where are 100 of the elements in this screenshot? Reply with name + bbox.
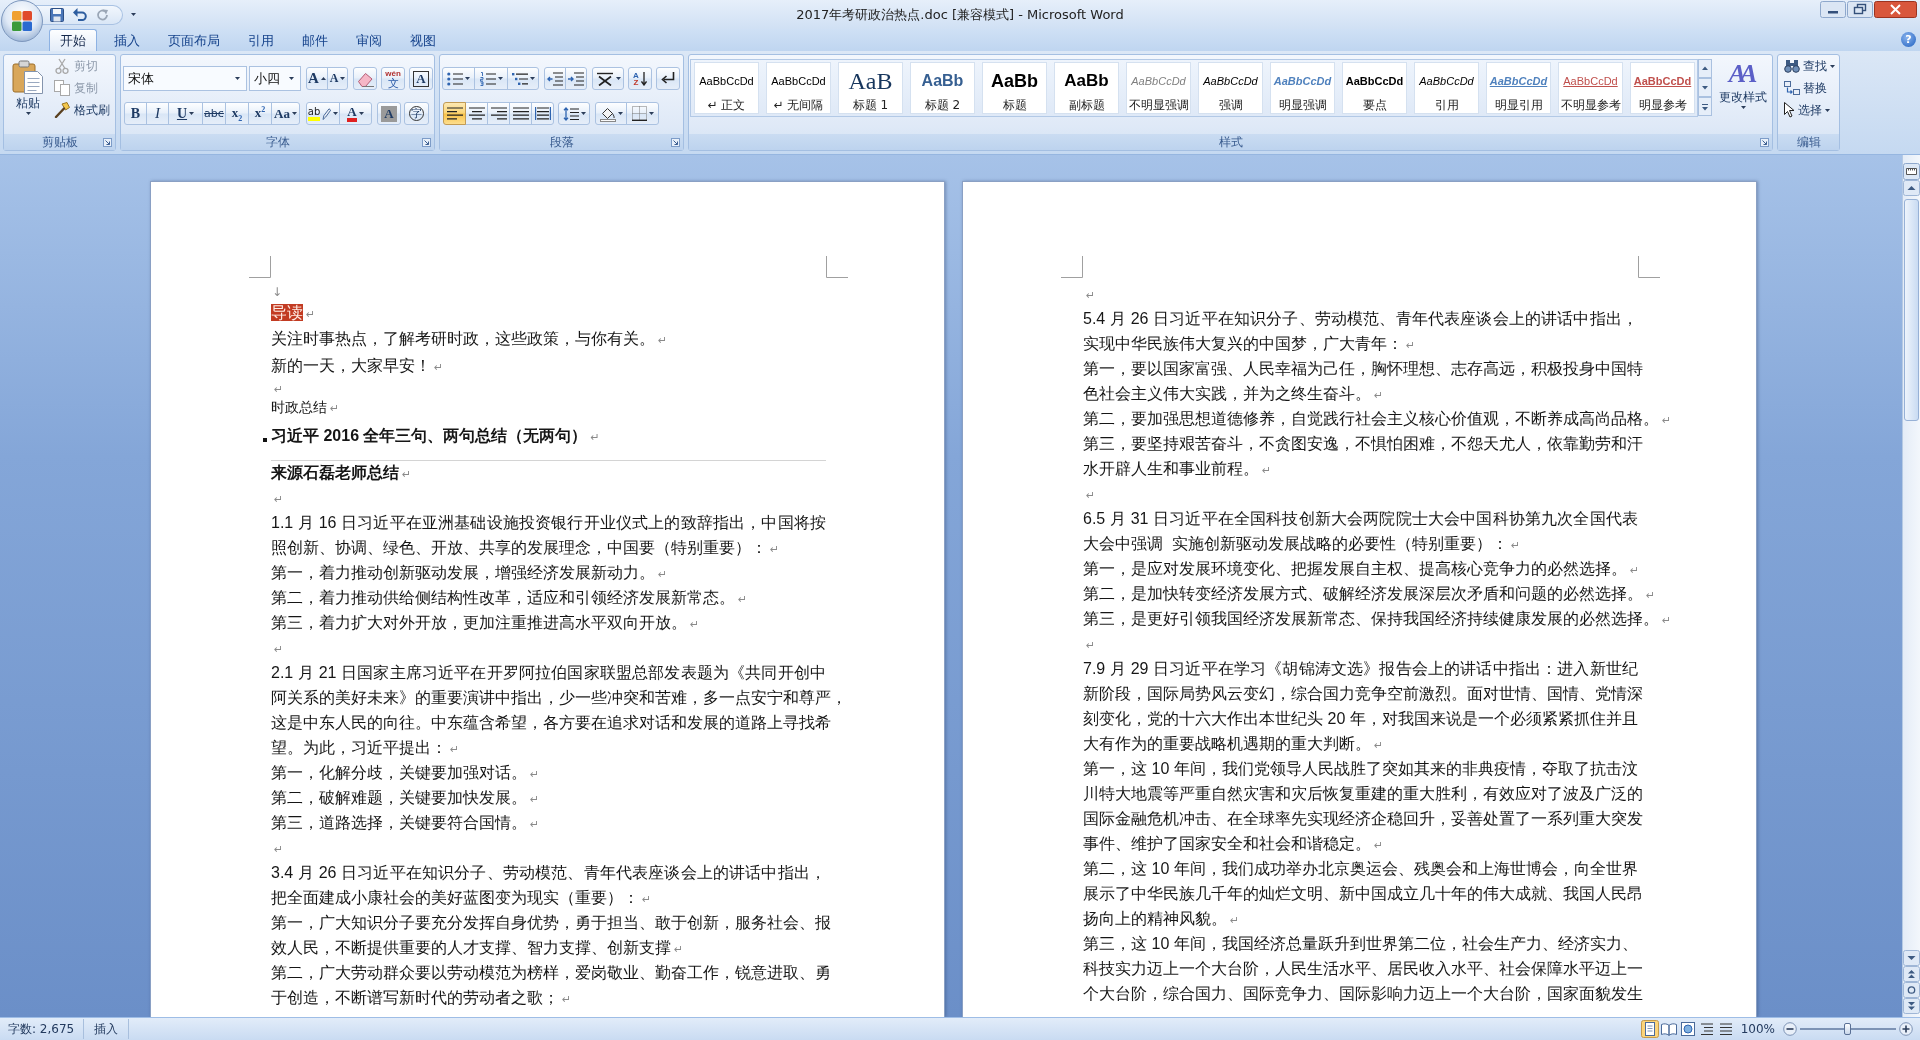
asian-layout-button[interactable] xyxy=(592,67,624,90)
quick-style-button[interactable]: AaBb 标题 2 xyxy=(910,62,975,114)
ribbon-tab[interactable]: 引用 xyxy=(237,29,285,51)
character-shading-button[interactable]: A xyxy=(377,102,401,125)
quick-style-button[interactable]: AaBbCcDd 明显参考 xyxy=(1630,62,1695,114)
quick-style-button[interactable]: AaBbCcDd 引用 xyxy=(1414,62,1479,114)
show-marks-button[interactable] xyxy=(656,67,680,90)
caret-icon xyxy=(529,77,535,80)
zoom-level[interactable]: 100% xyxy=(1740,1022,1775,1036)
superscript-button[interactable]: x$^{2}$ xyxy=(248,102,272,125)
scroll-up-icon[interactable] xyxy=(1903,180,1920,196)
align-right-button[interactable] xyxy=(487,102,510,125)
insert-mode[interactable]: 插入 xyxy=(84,1019,130,1039)
line-spacing-button[interactable] xyxy=(558,102,590,125)
sort-button[interactable]: A Z xyxy=(628,67,652,90)
dialog-launcher-icon[interactable] xyxy=(1760,138,1769,147)
minimize-icon[interactable] xyxy=(1820,1,1846,18)
change-styles-button[interactable]: AA 更改样式 xyxy=(1715,57,1771,135)
quick-style-button[interactable]: AaBbCcDd ↵ 无间隔 xyxy=(766,62,831,114)
font-color-button[interactable]: A xyxy=(339,102,372,125)
expand-icon[interactable] xyxy=(1698,97,1712,116)
dialog-launcher-icon[interactable] xyxy=(422,138,431,147)
subscript-button[interactable]: x$_{2}$ xyxy=(225,102,249,125)
ribbon-tab[interactable]: 页面布局 xyxy=(157,29,231,51)
clear-formatting-button[interactable] xyxy=(353,67,377,90)
quick-style-button[interactable]: AaBbCcDd 不明显强调 xyxy=(1126,62,1191,114)
replace-button[interactable]: 替换 xyxy=(1782,77,1829,99)
dialog-launcher-icon[interactable] xyxy=(671,138,680,147)
subheading: 来源石磊老师总结 ↵ xyxy=(271,463,412,483)
caret-icon xyxy=(333,112,339,115)
phonetic-guide-button[interactable]: wén 文 xyxy=(381,67,405,90)
shading-button[interactable] xyxy=(595,102,627,125)
italic-button[interactable]: I xyxy=(146,102,169,125)
page-icon[interactable] xyxy=(1640,1020,1659,1038)
distributed-icon xyxy=(534,107,551,120)
quick-style-button[interactable]: AaBbCcDd 强调 xyxy=(1198,62,1263,114)
paragraph: 第二，是加快转变经济发展方式、破解经济发展深层次矛盾和问题的必然选择。 ↵ xyxy=(1083,584,1656,604)
enclose-character-button[interactable]: 字 xyxy=(404,102,429,125)
justify-button[interactable] xyxy=(509,102,532,125)
globe-page-icon[interactable] xyxy=(1678,1020,1697,1038)
cursor-icon xyxy=(1784,102,1795,118)
ribbon-tab[interactable]: 视图 xyxy=(399,29,447,51)
ribbon-tab[interactable]: 开始 xyxy=(49,29,97,51)
scroll-up-icon[interactable] xyxy=(1698,59,1712,78)
quick-style-button[interactable]: AaBbCcDd 明显引用 xyxy=(1486,62,1551,114)
quick-style-button[interactable]: AaBb 标题 xyxy=(982,62,1047,114)
font-name-field[interactable]: 宋体 xyxy=(123,66,247,91)
bulleted-list-icon xyxy=(447,71,463,86)
paragraph: 第一，这 10 年间，我们党领导人民战胜了突如其来的非典疫情，夺取了抗击汶 川特大地震等严重自然灾害和灾后恢复重建的重大胜利，有效应对了波及广泛的 国际金融危机冲击、在全球率先实现经济企稳回升，妥善处置了一系列重大突发 事件、维护了国家安全和社会和谐稳定。 ↵ xyxy=(1083,759,1643,854)
ruler-icon[interactable] xyxy=(1903,163,1920,180)
strikethrough-button[interactable]: abc xyxy=(202,102,226,125)
zoom-slider-thumb[interactable] xyxy=(1844,1023,1851,1035)
font-size-field[interactable]: 小四 xyxy=(249,66,301,91)
quick-style-button[interactable]: AaBb 副标题 xyxy=(1054,62,1119,114)
line-spacing-icon xyxy=(562,106,579,121)
paste-button[interactable]: 粘贴 xyxy=(8,57,48,134)
undo-icon[interactable] xyxy=(73,8,87,21)
ribbon-tab[interactable]: 插入 xyxy=(103,29,151,51)
shrink-font-button[interactable]: A xyxy=(327,67,348,90)
heading: 习近平 2016 全年三句、两句总结（无两句） ↵ xyxy=(271,426,600,446)
caret-icon xyxy=(358,112,364,115)
distributed-button[interactable] xyxy=(531,102,554,125)
logo-icon[interactable] xyxy=(1,0,43,42)
word-count[interactable]: 字数: 2,675 xyxy=(0,1019,85,1039)
select-button[interactable]: 选择 xyxy=(1782,99,1832,121)
plus-icon[interactable] xyxy=(1899,1022,1913,1036)
ribbon-tab[interactable]: 审阅 xyxy=(345,29,393,51)
character-border-button[interactable]: A xyxy=(409,67,433,90)
numbering-button[interactable] xyxy=(474,67,508,90)
quick-style-button[interactable]: AaBbCcDd 不明显参考 xyxy=(1558,62,1623,114)
close-icon[interactable] xyxy=(1874,1,1917,18)
scroll-down-icon[interactable] xyxy=(1698,78,1712,97)
line-break-mark: ↓ xyxy=(271,284,283,300)
multilevel-list-button[interactable] xyxy=(507,67,539,90)
align-left-button[interactable] xyxy=(443,102,466,125)
quick-style-button[interactable]: AaBbCcDd 要点 xyxy=(1342,62,1407,114)
quick-style-button[interactable]: AaBbCcDd 明显强调 xyxy=(1270,62,1335,114)
bullets-button[interactable] xyxy=(442,67,475,90)
decrease-indent-button[interactable] xyxy=(544,67,566,90)
change-case-button[interactable]: Aa xyxy=(271,102,300,125)
dialog-launcher-icon[interactable] xyxy=(103,138,112,147)
grow-font-button[interactable]: A xyxy=(306,67,328,90)
paragraph: 新的一天，大家早安！ ↵ xyxy=(271,356,444,376)
borders-button[interactable] xyxy=(626,102,659,125)
restore-icon[interactable] xyxy=(1847,1,1873,18)
format-painter-button[interactable]: 格式刷 xyxy=(50,99,114,121)
scroll-down-icon[interactable] xyxy=(1903,950,1920,966)
increase-indent-button[interactable] xyxy=(565,67,587,90)
quick-style-button[interactable]: AaBbCcDd ↵ 正文 xyxy=(694,62,759,114)
scrollbar-thumb[interactable] xyxy=(1904,199,1919,421)
crop-mark-icon xyxy=(1061,256,1083,278)
ribbon-tab[interactable]: 邮件 xyxy=(291,29,339,51)
minus-icon[interactable] xyxy=(1783,1022,1797,1036)
quick-style-button[interactable]: AaB 标题 1 xyxy=(838,62,903,114)
highlight-button[interactable]: ab xyxy=(306,102,340,125)
open-book-icon[interactable] xyxy=(1659,1020,1678,1038)
bold-button[interactable]: B xyxy=(124,102,147,125)
find-button[interactable]: 查找 xyxy=(1782,55,1837,77)
underline-button[interactable]: U xyxy=(168,102,203,125)
paragraph: 第二，着力推动供给侧结构性改革，适应和引领经济发展新常态。 ↵ xyxy=(271,588,748,608)
